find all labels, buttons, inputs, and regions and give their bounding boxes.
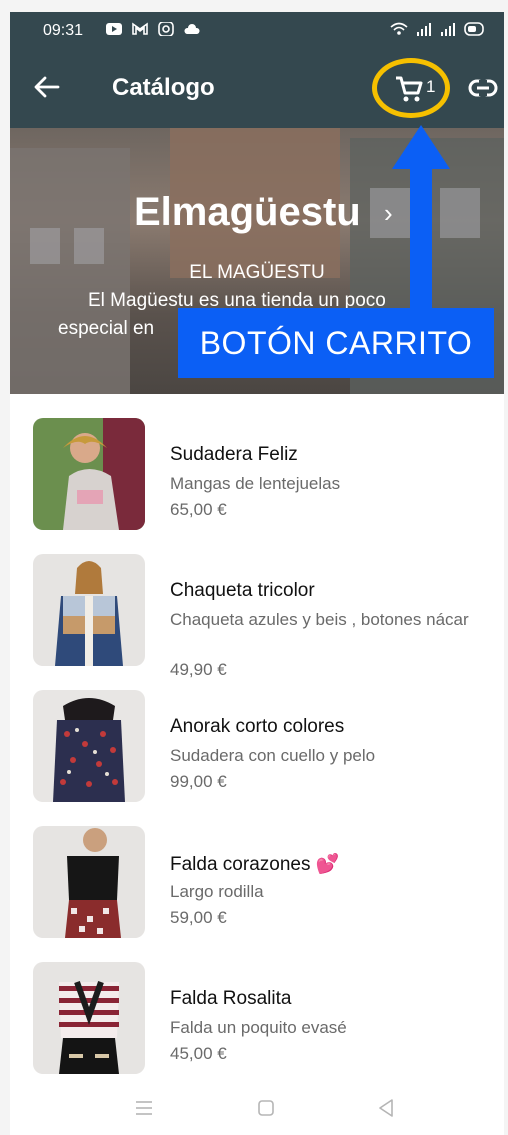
- cart-highlight-ring: [372, 58, 450, 118]
- product-price: 59,00 €: [170, 908, 227, 927]
- product-name: Chaqueta tricolor: [170, 580, 315, 601]
- product-name: Sudadera Feliz: [170, 444, 298, 465]
- gmail-icon: [132, 22, 148, 35]
- product-price: 65,00 €: [170, 500, 227, 519]
- banner-photo-window: [440, 188, 480, 238]
- product-description: Falda un poquito evasé: [170, 1018, 347, 1037]
- product-description: Sudadera con cuello y pelo: [170, 746, 376, 765]
- product-name: Anorak corto colores: [170, 716, 345, 737]
- product-image: [33, 826, 145, 938]
- screenshot-frame: 09:31 Catálogo 1 Elmagüestu › EL MAGÜEST…: [0, 0, 508, 1135]
- home-icon[interactable]: [254, 1096, 278, 1120]
- signal-icon: [417, 23, 431, 36]
- signal-icon: [441, 23, 455, 36]
- product-description: Mangas de lentejuelas: [170, 474, 341, 493]
- product-description: Largo rodilla: [170, 882, 264, 901]
- store-name: Elmagüestu: [134, 190, 361, 234]
- status-time: 09:31: [43, 22, 84, 39]
- product-image: [33, 962, 145, 1074]
- chevron-right-icon: ›: [384, 198, 393, 228]
- product-name: Falda corazones 💕: [170, 854, 340, 875]
- back-icon[interactable]: [374, 1096, 398, 1120]
- status-bar: 09:31: [10, 12, 504, 48]
- banner-text-line: especial en: [58, 318, 155, 339]
- product-item[interactable]: Sudadera Feliz Mangas de lentejuelas 65,…: [10, 404, 504, 534]
- product-item[interactable]: Falda corazones 💕 Largo rodilla 59,00 €: [10, 812, 504, 942]
- banner-photo-window: [74, 228, 104, 264]
- youtube-icon: [106, 23, 122, 35]
- wifi-icon: [390, 22, 408, 35]
- annotation-arrow-head: [392, 125, 450, 169]
- product-price: 99,00 €: [170, 772, 227, 791]
- product-image: [33, 690, 145, 802]
- product-price: 45,00 €: [170, 1044, 227, 1063]
- product-item[interactable]: Anorak corto colores Sudadera con cuello…: [10, 676, 504, 806]
- banner-photo-window: [30, 228, 60, 264]
- link-icon[interactable]: [468, 76, 498, 100]
- system-nav-bar: [10, 1080, 504, 1135]
- product-name: Falda Rosalita: [170, 988, 292, 1009]
- product-item[interactable]: Chaqueta tricolor Chaqueta azules y beis…: [10, 540, 504, 679]
- product-image: [33, 554, 145, 666]
- cloud-icon: [184, 24, 200, 34]
- product-item[interactable]: Falda Rosalita Falda un poquito evasé 45…: [10, 948, 504, 1078]
- product-image: [33, 418, 145, 530]
- phone-screen: 09:31 Catálogo 1 Elmagüestu › EL MAGÜEST…: [10, 12, 504, 1135]
- app-bar: Catálogo 1: [10, 48, 504, 128]
- annotation-label: BOTÓN CARRITO: [178, 308, 494, 378]
- menu-icon[interactable]: [132, 1096, 156, 1120]
- instagram-icon: [158, 22, 174, 36]
- product-description: Chaqueta azules y beis , botones nácar: [170, 610, 469, 629]
- back-arrow-icon[interactable]: [32, 72, 62, 102]
- page-title: Catálogo: [112, 74, 215, 101]
- battery-icon: [464, 22, 484, 36]
